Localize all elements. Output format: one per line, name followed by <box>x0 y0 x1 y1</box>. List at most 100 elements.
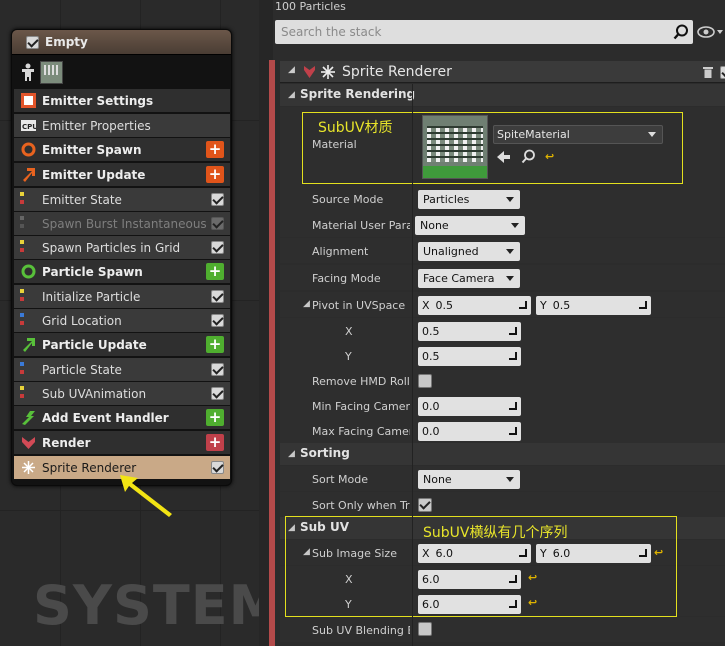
emitter-settings-icon <box>21 93 36 108</box>
render-icon <box>22 437 35 449</box>
section-emitter-update[interactable]: Emitter Update + <box>14 163 230 186</box>
section-emitter-spawn[interactable]: Emitter Spawn + <box>14 138 230 161</box>
material-annotation-text: SubUV材质 <box>318 120 393 136</box>
emitter-node[interactable]: Empty Emitter Settings CPU Emitter Propert… <box>11 29 232 486</box>
alignment-dropdown[interactable]: Unaligned <box>418 242 520 261</box>
section-add-event-handler[interactable]: Add Event Handler + <box>14 406 230 429</box>
render-color-stripe <box>269 60 275 646</box>
module-spawn-particles-in-grid[interactable]: Spawn Particles in Grid <box>14 236 230 259</box>
max-facing-input[interactable]: 0.0 <box>418 422 521 441</box>
module-emitter-state[interactable]: Emitter State <box>14 188 230 211</box>
alignment-label: Alignment <box>312 245 369 258</box>
module-enable-checkbox[interactable] <box>211 217 224 230</box>
category-sorting[interactable]: ◢ Sorting <box>280 443 725 465</box>
category-label: Sprite Rendering <box>300 87 416 101</box>
section-render[interactable]: Render + <box>14 431 230 454</box>
particles-count: 100 Particles <box>275 0 346 13</box>
emitter-enable-checkbox[interactable] <box>26 35 39 49</box>
module-label: Initialize Particle <box>42 289 141 304</box>
trash-icon[interactable] <box>703 66 713 78</box>
search-icon[interactable] <box>673 24 689 40</box>
sprite-spark-icon <box>321 65 335 79</box>
module-label: Emitter Settings <box>42 93 154 108</box>
add-module-plus-icon[interactable]: + <box>206 141 224 158</box>
module-enable-checkbox[interactable] <box>720 66 725 79</box>
particle-spawn-icon <box>21 264 36 279</box>
remove-hmd-roll-row: Remove HMD Roll <box>280 368 725 393</box>
module-usage-dots <box>20 312 28 326</box>
module-usage-dots <box>20 385 28 399</box>
subuv-annotation-text: SubUV横纵有几个序列 <box>423 525 568 541</box>
system-graph-canvas[interactable]: SYSTEM Empty Emitter Settings CPU Emitter … <box>0 0 259 646</box>
sub-uv-blending-checkbox[interactable] <box>418 622 432 636</box>
pivot-label: Pivot in UVSpace <box>312 299 406 312</box>
section-particle-update[interactable]: Particle Update + <box>14 333 230 356</box>
module-label: Emitter Update <box>42 167 146 182</box>
system-watermark: SYSTEM <box>33 574 259 637</box>
eye-visibility-icon[interactable] <box>697 24 723 40</box>
section-emitter-settings[interactable]: Emitter Settings <box>14 89 230 112</box>
expand-arrow-icon[interactable]: ◢ <box>303 299 310 309</box>
collapse-arrow-icon[interactable]: ◢ <box>288 449 295 459</box>
add-module-plus-icon[interactable]: + <box>206 263 224 280</box>
module-label: Particle State <box>42 362 122 377</box>
collapse-arrow-icon[interactable]: ◢ <box>288 65 295 75</box>
search-input[interactable]: Search the stack <box>275 20 693 44</box>
svg-text:CPU: CPU <box>22 123 36 131</box>
collapse-arrow-icon[interactable]: ◢ <box>288 90 295 100</box>
module-initialize-particle[interactable]: Initialize Particle <box>14 285 230 308</box>
add-module-plus-icon[interactable]: + <box>206 166 224 183</box>
sprite-renderer-header[interactable]: ◢ Sprite Renderer <box>280 61 725 83</box>
min-facing-label: Min Facing Camera <box>312 400 410 413</box>
pivot-y-input[interactable]: 0.5 <box>418 347 521 366</box>
category-sprite-rendering[interactable]: ◢ Sprite Rendering <box>280 84 725 106</box>
section-particle-spawn[interactable]: Particle Spawn + <box>14 260 230 283</box>
module-enable-checkbox[interactable] <box>211 314 224 327</box>
module-emitter-properties[interactable]: CPU Emitter Properties <box>14 114 230 137</box>
module-label: Add Event Handler <box>42 410 169 425</box>
sub-uv-blending-row: Sub UV Blending Er <box>280 617 725 642</box>
emitter-spawn-icon <box>21 142 36 157</box>
max-facing-label: Max Facing Camer <box>312 425 410 438</box>
module-enable-checkbox[interactable] <box>211 363 224 376</box>
module-spawn-burst-instantaneous[interactable]: Spawn Burst Instantaneous <box>14 212 230 235</box>
emitter-header[interactable]: Empty <box>12 30 231 55</box>
module-enable-checkbox[interactable] <box>211 193 224 206</box>
module-sub-uvanimation[interactable]: Sub UVAnimation <box>14 382 230 405</box>
module-label: Sub UVAnimation <box>42 386 147 401</box>
module-enable-checkbox[interactable] <box>211 461 224 474</box>
pivot-x-field[interactable]: X 0.5 <box>418 296 531 315</box>
sort-mode-dropdown[interactable]: None <box>418 470 520 489</box>
annotation-arrow <box>120 475 172 517</box>
material-user-param-dropdown[interactable]: None <box>415 216 525 235</box>
module-enable-checkbox[interactable] <box>211 241 224 254</box>
render-icon <box>304 66 315 78</box>
module-usage-dots <box>20 239 28 253</box>
pivot-y-field[interactable]: Y 0.5 <box>536 296 651 315</box>
sort-only-translucent-row: Sort Only when Tra <box>280 492 725 517</box>
module-grid-location[interactable]: Grid Location <box>14 309 230 332</box>
remove-hmd-roll-checkbox[interactable] <box>418 374 432 388</box>
module-enable-checkbox[interactable] <box>211 290 224 303</box>
remove-hmd-roll-label: Remove HMD Roll <box>312 375 410 388</box>
pivot-x-input[interactable]: 0.5 <box>418 322 521 341</box>
facing-mode-dropdown[interactable]: Face Camera <box>418 269 520 288</box>
emitter-update-icon <box>23 168 35 182</box>
category-label: Sorting <box>300 446 350 460</box>
module-label: Render <box>42 435 91 450</box>
module-particle-state[interactable]: Particle State <box>14 358 230 381</box>
sort-only-translucent-checkbox[interactable] <box>418 498 432 512</box>
cpu-icon: CPU <box>21 120 36 131</box>
module-enable-checkbox[interactable] <box>211 387 224 400</box>
source-mode-dropdown[interactable]: Particles <box>418 190 520 209</box>
facing-mode-label: Facing Mode <box>312 272 381 285</box>
add-module-plus-icon[interactable]: + <box>206 434 224 451</box>
column-divider <box>412 84 413 646</box>
add-module-plus-icon[interactable]: + <box>206 336 224 353</box>
module-usage-dots <box>20 288 28 302</box>
min-facing-input[interactable]: 0.0 <box>418 397 521 416</box>
source-mode-label: Source Mode <box>312 193 384 206</box>
particle-update-icon <box>23 338 35 352</box>
add-module-plus-icon[interactable]: + <box>206 409 224 426</box>
module-title: Sprite Renderer <box>342 64 452 80</box>
